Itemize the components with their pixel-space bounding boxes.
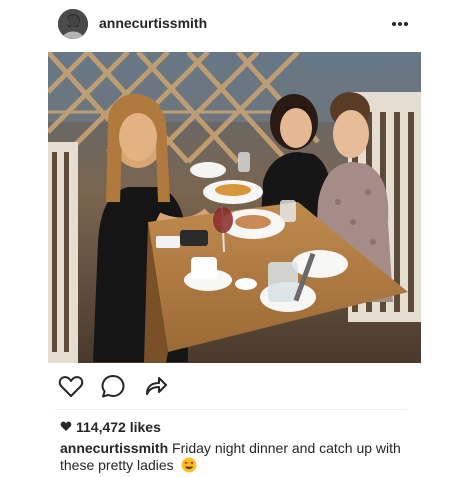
username[interactable]: annecurtissmith xyxy=(99,15,207,31)
more-horizontal-icon[interactable] xyxy=(390,14,410,34)
avatar[interactable] xyxy=(58,9,88,39)
post-header: annecurtissmith xyxy=(0,0,475,48)
caption-username[interactable]: annecurtissmith xyxy=(60,440,168,456)
avatar-image xyxy=(58,9,88,39)
caption: annecurtissmith Friday night dinner and … xyxy=(60,440,420,474)
action-bar xyxy=(0,372,475,402)
share-icon[interactable] xyxy=(141,372,169,400)
heart-small-icon xyxy=(60,420,72,435)
heart-eyes-emoji-icon xyxy=(181,457,197,473)
dinner-photo-image xyxy=(48,52,421,363)
post-photo[interactable] xyxy=(48,52,421,363)
comment-icon[interactable] xyxy=(99,372,127,400)
divider xyxy=(55,409,407,410)
heart-outline-icon[interactable] xyxy=(57,372,85,400)
likes-count[interactable]: 114,472 likes xyxy=(60,419,161,435)
likes-text: 114,472 likes xyxy=(76,419,161,435)
